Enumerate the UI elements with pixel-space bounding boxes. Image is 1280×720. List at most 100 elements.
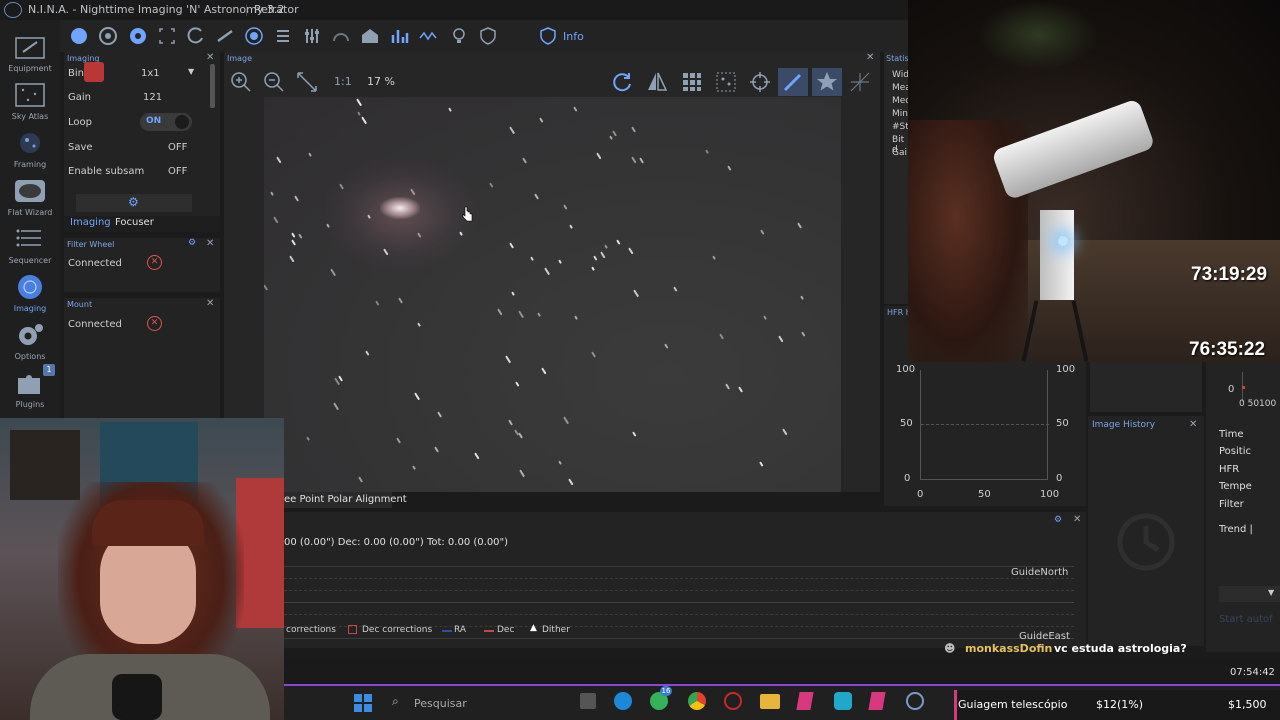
filter-wheel-icon[interactable] [98, 26, 118, 46]
tab-focuser[interactable]: Focuser [115, 217, 154, 228]
bin-select[interactable]: 1x1 [141, 68, 160, 79]
focuser-icon[interactable] [128, 26, 148, 46]
star-trail [264, 284, 269, 291]
legend-dec: Dec [497, 625, 515, 635]
nav-sequencer[interactable]: Sequencer [0, 220, 60, 268]
refresh-icon[interactable] [610, 70, 634, 94]
hand-cursor-icon [462, 206, 473, 222]
panel-header: Filter Wheel [67, 240, 115, 249]
app-teal-icon[interactable] [834, 692, 852, 710]
gain-label: Gain [68, 92, 91, 103]
observatory-icon[interactable] [360, 26, 380, 46]
search-placeholder: Pesquisar [414, 697, 467, 710]
app-pink-icon-2[interactable] [868, 692, 886, 710]
streamer-webcam [0, 418, 284, 720]
loop-toggle[interactable]: ON [140, 113, 192, 131]
nav-flat-wizard[interactable]: Flat Wizard [0, 172, 60, 220]
hfr-x-100: 100 [1040, 489, 1060, 500]
telescope-icon[interactable] [215, 26, 235, 46]
rotator-icon[interactable] [186, 26, 206, 46]
annotate-button[interactable] [778, 68, 808, 96]
title-bar: N.I.N.A. - Nighttime Imaging 'N' Astrono… [0, 0, 908, 20]
shield-icon[interactable] [478, 26, 498, 46]
guider-icon[interactable] [244, 26, 264, 46]
zoom-one-to-one[interactable]: 1:1 [334, 75, 352, 88]
nav-options[interactable]: Options [0, 316, 60, 364]
af-method-select[interactable]: ▼ [1219, 586, 1280, 602]
panel-header: Mount [67, 300, 93, 309]
nav-equipment[interactable]: Equipment [0, 28, 60, 76]
info-label[interactable]: Info [563, 30, 584, 43]
close-icon[interactable]: ✕ [206, 298, 214, 309]
gain-input[interactable]: 121 [143, 92, 162, 103]
sky-image[interactable] [264, 97, 841, 492]
sequence-list-icon[interactable] [273, 26, 293, 46]
star-trail [448, 107, 452, 112]
close-icon[interactable]: ✕ [866, 52, 874, 63]
camera-icon[interactable] [69, 26, 89, 46]
close-icon[interactable]: ✕ [206, 52, 214, 63]
scrollbar[interactable] [210, 64, 215, 108]
star-trail [778, 335, 784, 343]
taskbar-search[interactable]: ⌕ Pesquisar [386, 691, 576, 715]
grid-icon[interactable] [680, 70, 704, 94]
mount-head [1040, 210, 1074, 300]
nav-plugins[interactable]: 1 Plugins [0, 364, 60, 412]
zoom-out-icon[interactable] [262, 70, 286, 94]
bahtinov-icon[interactable] [848, 70, 872, 94]
star-trail [437, 411, 443, 418]
star-trail [631, 156, 637, 164]
wave-icon[interactable] [419, 26, 439, 46]
app-pink-icon[interactable] [796, 692, 814, 710]
close-icon[interactable]: ✕ [206, 238, 214, 249]
star-trail [573, 106, 578, 112]
capture-button[interactable]: ⚙ [76, 194, 192, 212]
af-y-value: 0 [1228, 384, 1235, 395]
lightbulb-icon[interactable] [449, 26, 469, 46]
bin-label: Bin [68, 68, 84, 79]
edge-icon[interactable] [614, 692, 632, 710]
nina-taskbar-icon[interactable] [906, 692, 924, 710]
save-label: Save [68, 142, 93, 153]
sliders-icon[interactable] [302, 26, 322, 46]
dome-arc-icon[interactable] [331, 26, 351, 46]
chevron-down-icon[interactable]: ▼ [188, 67, 194, 76]
info-icon[interactable] [538, 26, 558, 46]
nav-framing[interactable]: Framing [0, 124, 60, 172]
chrome-icon[interactable] [688, 692, 706, 710]
goal-raised: $12(1%) [1096, 698, 1144, 711]
crosshair-icon[interactable] [748, 70, 772, 94]
loop-toggle-label: ON [146, 116, 162, 126]
star-detection-icon[interactable] [714, 70, 738, 94]
opera-icon[interactable] [724, 692, 742, 710]
star-hfr-button[interactable] [812, 68, 842, 96]
zoom-in-icon[interactable] [229, 70, 253, 94]
disconnected-icon[interactable]: ✕ [147, 255, 162, 270]
file-explorer-icon[interactable] [760, 694, 780, 709]
disconnected-icon[interactable]: ✕ [147, 316, 162, 331]
nav-sky-atlas[interactable]: Sky Atlas [0, 76, 60, 124]
chat-user-icon: ☻ [944, 642, 956, 655]
task-view-icon[interactable] [580, 693, 596, 709]
flip-icon[interactable] [645, 70, 669, 94]
settings-icon[interactable]: ⚙ [188, 238, 196, 248]
imaging-settings-panel: Imaging ✕ Bin 1x1 ▼ Gain 121 Loop ON Sav… [64, 52, 220, 216]
star-trail [330, 268, 337, 277]
subsample-toggle[interactable]: OFF [168, 166, 187, 177]
chart-bars-icon[interactable] [390, 26, 410, 46]
fit-to-screen-icon[interactable] [295, 70, 319, 94]
tab-imaging[interactable]: Imaging [70, 217, 111, 228]
profile-name[interactable]: Refrator [254, 3, 299, 16]
start-autofocus-button[interactable]: Start autof [1219, 614, 1273, 625]
star-trail [800, 295, 804, 300]
polar-alignment-tab[interactable]: ee Point Polar Alignment [284, 492, 407, 508]
close-icon[interactable]: ✕ [1189, 419, 1197, 430]
crop-icon[interactable] [157, 26, 177, 46]
mount-panel: Mount ✕ Connected ✕ [64, 298, 220, 418]
nav-imaging[interactable]: Imaging [0, 268, 60, 316]
settings-icon[interactable]: ⚙ [1054, 515, 1062, 525]
stream-status-bar: 07:54:42 [284, 660, 1280, 686]
save-toggle[interactable]: OFF [168, 142, 187, 153]
close-icon[interactable]: ✕ [1073, 514, 1081, 525]
windows-start-icon[interactable] [354, 694, 372, 712]
